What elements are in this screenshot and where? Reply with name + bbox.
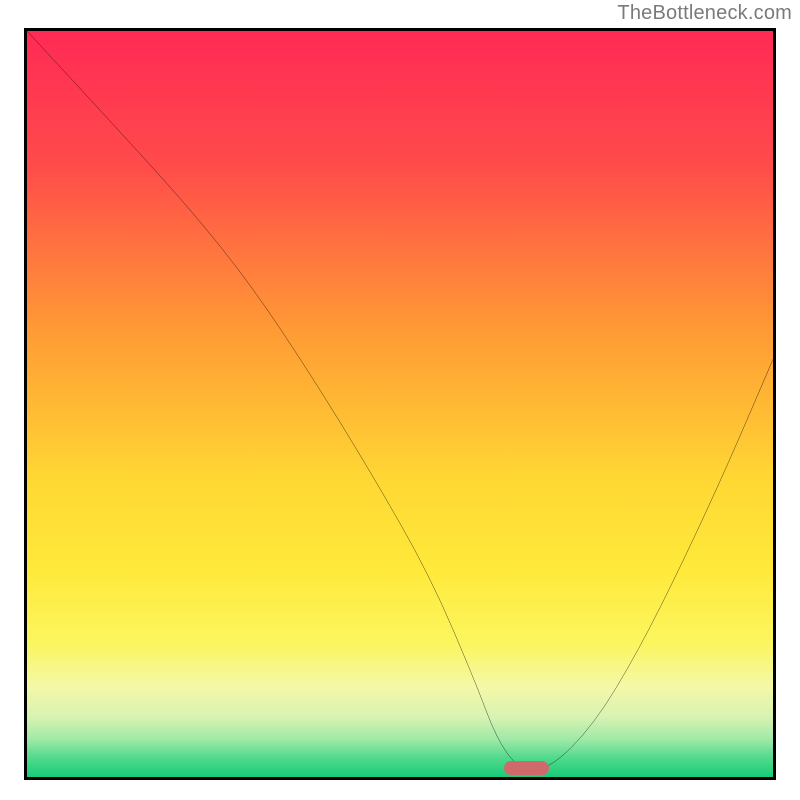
bottleneck-curve [27,31,773,777]
plot-area [24,28,776,780]
minimum-marker-pill [504,761,549,775]
attribution-label: TheBottleneck.com [617,2,792,25]
chart-container: TheBottleneck.com [0,0,800,800]
